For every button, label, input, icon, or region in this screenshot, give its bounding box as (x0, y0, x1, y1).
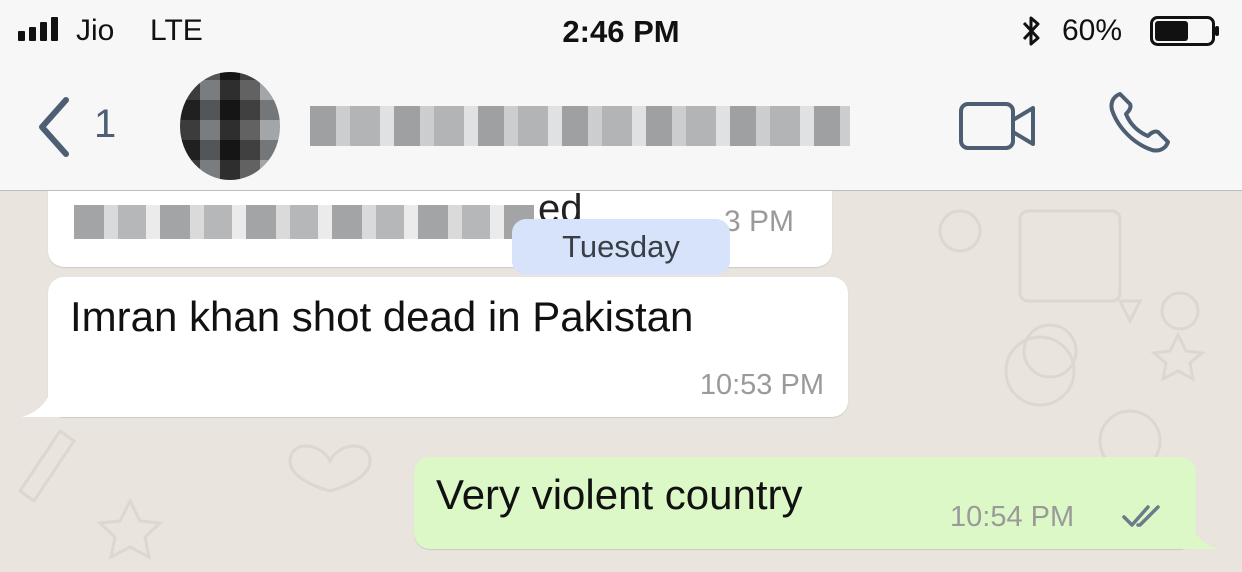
phone-call-icon[interactable] (1106, 90, 1176, 156)
incoming-message-bubble[interactable]: Imran khan shot dead in Pakistan 10:53 P… (22, 277, 848, 417)
bluetooth-icon (1022, 16, 1040, 46)
message-time: 10:54 PM (950, 501, 1075, 533)
bubble-tail-icon (1182, 521, 1218, 549)
previous-message-time: 3 PM (724, 205, 795, 238)
chat-area[interactable]: ed 3 PM Tuesday Imran khan shot dead in … (0, 191, 1242, 572)
unread-count: 1 (94, 102, 117, 146)
message-time: 10:53 PM (699, 369, 824, 401)
outgoing-message-bubble[interactable]: Very violent country 10:54 PM (414, 457, 1218, 549)
status-time: 2:46 PM (562, 14, 680, 49)
message-text: Imran khan shot dead in Pakistan (70, 293, 694, 340)
message-text: Very violent country (436, 471, 803, 518)
video-call-icon[interactable] (958, 98, 1038, 154)
chat-header: 1 (0, 62, 1242, 191)
redacted-message-text (74, 205, 534, 239)
status-bar: Jio LTE 2:46 PM 60% (0, 0, 1242, 62)
back-chevron-icon (39, 97, 69, 157)
battery-percent: 60% (1062, 14, 1123, 47)
date-separator: Tuesday (512, 219, 730, 275)
contact-avatar[interactable] (180, 72, 280, 180)
back-button[interactable]: 1 (34, 92, 134, 162)
contact-name-redacted[interactable] (310, 106, 850, 146)
double-check-read-icon (1122, 505, 1160, 527)
bubble-tail-icon (22, 387, 62, 417)
battery-icon (1150, 16, 1219, 46)
